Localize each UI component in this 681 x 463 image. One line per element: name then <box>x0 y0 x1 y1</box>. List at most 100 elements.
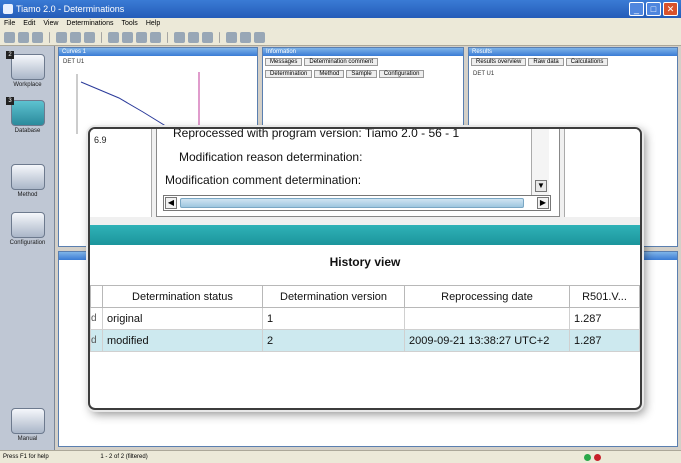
nav-number-badge: 2 <box>6 51 14 59</box>
nav-method-label: Method <box>17 192 38 198</box>
column-r501-value[interactable]: R501.V... <box>569 285 640 308</box>
close-icon[interactable]: ✕ <box>663 2 678 16</box>
results-tabs: Results overview Raw data Calculations <box>469 56 677 68</box>
scroll-left-icon[interactable]: ◀ <box>165 197 177 209</box>
report-icon[interactable] <box>188 32 199 43</box>
history-row-modified[interactable]: d modified 2 2009-09-21 13:38:27 UTC+2 1… <box>90 329 640 352</box>
status-ok-icon <box>584 454 591 461</box>
toolbar-separator <box>101 32 102 43</box>
window-controls: _ □ ✕ <box>629 2 678 16</box>
vertical-scrollbar[interactable]: ▼ <box>531 129 549 195</box>
maximize-icon[interactable]: □ <box>646 2 661 16</box>
tab-method[interactable]: Method <box>314 70 345 78</box>
row-marker: d <box>90 307 103 330</box>
column-reprocessing-date[interactable]: Reprocessing date <box>404 285 570 308</box>
history-row-original[interactable]: d original 1 1.287 <box>90 307 640 330</box>
search-icon[interactable] <box>84 32 95 43</box>
delete-icon[interactable] <box>240 32 251 43</box>
tab-raw-data[interactable]: Raw data <box>528 58 564 66</box>
toolbar-separator <box>219 32 220 43</box>
signature-icon[interactable] <box>226 32 237 43</box>
curves-pane-subtitle: DET U1 <box>63 59 85 65</box>
main-toolbar <box>0 30 681 46</box>
nav-method[interactable]: Method <box>4 164 51 198</box>
tab-configuration[interactable]: Configuration <box>378 70 425 78</box>
navigation-sidebar: 2 Workplace 3 Database Method Configurat… <box>0 46 55 450</box>
sort-icon[interactable] <box>70 32 81 43</box>
scroll-down-icon[interactable]: ▼ <box>535 180 547 192</box>
reprocessed-version-value: Tiamo 2.0 - 56 - 1 <box>364 127 460 140</box>
export-icon[interactable] <box>202 32 213 43</box>
cell-version: 2 <box>262 329 405 352</box>
menu-view[interactable]: View <box>43 18 58 30</box>
history-view-title: History view <box>329 255 401 269</box>
results-pane-title: Results <box>469 48 677 56</box>
tab-results-overview[interactable]: Results overview <box>471 58 527 66</box>
filter-icon[interactable] <box>56 32 67 43</box>
reprocessed-version-line: Reprocessed with program version: Tiamo … <box>173 127 460 140</box>
cell-status: modified <box>102 329 263 352</box>
save-icon[interactable] <box>18 32 29 43</box>
overlay-information-area: 6.9 Reprocessed with program version: Ti… <box>90 129 640 225</box>
last-record-icon[interactable] <box>150 32 161 43</box>
help-icon[interactable] <box>254 32 265 43</box>
cell-r501-value: 1.287 <box>569 307 640 330</box>
window-title: Tiamo 2.0 - Determinations <box>16 4 125 14</box>
scroll-right-icon[interactable]: ▶ <box>537 197 549 209</box>
nav-configuration[interactable]: Configuration <box>4 212 51 246</box>
nav-configuration-label: Configuration <box>9 240 46 246</box>
menu-help[interactable]: Help <box>146 18 160 30</box>
nav-workplace[interactable]: 2 Workplace <box>4 51 51 88</box>
cell-status: original <box>102 307 263 330</box>
modification-reason-label: Modification reason determination: <box>179 150 363 164</box>
status-bar: Press F1 for help 1 - 2 of 2 (filtered) <box>0 450 681 463</box>
next-record-icon[interactable] <box>136 32 147 43</box>
minimize-icon[interactable]: _ <box>629 2 644 16</box>
overlay-curve-cell: 6.9 <box>90 129 152 217</box>
manual-icon <box>10 408 45 434</box>
menu-tools[interactable]: Tools <box>121 18 137 30</box>
column-determination-status[interactable]: Determination status <box>102 285 263 308</box>
toolbar-separator <box>49 32 50 43</box>
tab-determination[interactable]: Determination <box>265 70 313 78</box>
tab-messages[interactable]: Messages <box>265 58 303 66</box>
menu-edit[interactable]: Edit <box>23 18 35 30</box>
overlay-determination-info: Reprocessed with program version: Tiamo … <box>156 129 560 217</box>
nav-number-badge: 3 <box>6 97 14 105</box>
horizontal-scroll-thumb[interactable] <box>180 198 524 208</box>
open-icon[interactable] <box>4 32 15 43</box>
menu-bar: File Edit View Determinations Tools Help <box>0 18 681 30</box>
status-text: Press F1 for help <box>3 454 49 460</box>
tab-determination-comment[interactable]: Determination comment <box>304 58 379 66</box>
status-indicators <box>584 454 601 461</box>
modification-comment-label: Modification comment determination: <box>165 173 362 187</box>
record-navigator[interactable]: 1 - 2 of 2 (filtered) <box>100 454 147 460</box>
first-record-icon[interactable] <box>108 32 119 43</box>
toolbar-separator <box>167 32 168 43</box>
column-determination-version[interactable]: Determination version <box>262 285 405 308</box>
history-view-title-bar <box>90 225 640 245</box>
previous-record-icon[interactable] <box>122 32 133 43</box>
nav-manual[interactable]: Manual <box>4 408 51 442</box>
window-title-bar: Tiamo 2.0 - Determinations _ □ ✕ <box>0 0 681 18</box>
nav-database[interactable]: 3 Database <box>4 97 51 134</box>
information-tabs-bottom: Determination Method Sample Configuratio… <box>263 68 463 80</box>
tab-sample[interactable]: Sample <box>346 70 377 78</box>
print-icon[interactable] <box>32 32 43 43</box>
information-tabs-top: Messages Determination comment <box>263 56 463 68</box>
method-icon <box>10 164 45 190</box>
menu-file[interactable]: File <box>4 18 15 30</box>
cell-version: 1 <box>262 307 405 330</box>
configuration-icon <box>10 212 45 238</box>
horizontal-scrollbar[interactable]: ◀ ▶ <box>163 195 551 211</box>
overlay-results-cell <box>564 129 640 217</box>
reprocessed-version-label: Reprocessed with program version: <box>173 127 362 140</box>
nav-workplace-label: Workplace <box>13 82 42 88</box>
overlay-axis-value: 6.9 <box>94 135 107 145</box>
history-table: Determination status Determination versi… <box>90 285 640 352</box>
reprocess-icon[interactable] <box>174 32 185 43</box>
tab-calculations[interactable]: Calculations <box>565 58 609 66</box>
nav-manual-label: Manual <box>17 436 38 442</box>
menu-determinations[interactable]: Determinations <box>66 18 113 30</box>
cell-date <box>404 307 570 330</box>
